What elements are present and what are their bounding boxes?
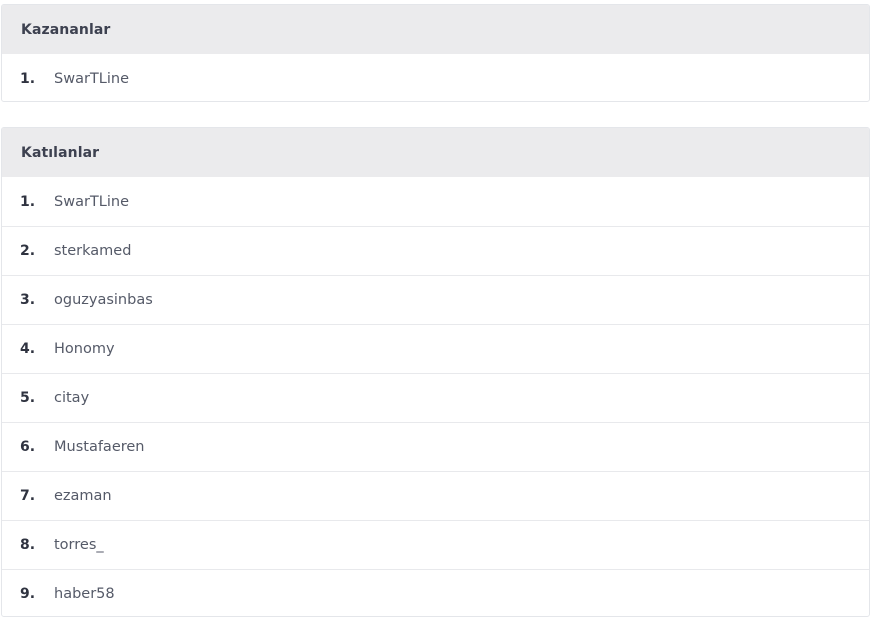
list-item: 9. haber58	[2, 569, 869, 616]
participant-username[interactable]: ezaman	[54, 488, 112, 504]
winners-panel: Kazananlar 1. SwarTLine	[1, 4, 870, 102]
winner-rank: 1.	[20, 70, 36, 87]
list-item: 1. SwarTLine	[2, 177, 869, 226]
list-item: 5. citay	[2, 373, 869, 422]
participant-username[interactable]: torres_	[54, 537, 104, 553]
participant-rank: 8.	[20, 537, 36, 553]
participant-username[interactable]: sterkamed	[54, 243, 131, 259]
participants-header: Katılanlar	[2, 128, 869, 177]
list-item: 2. sterkamed	[2, 226, 869, 275]
participant-username[interactable]: citay	[54, 390, 89, 406]
list-item: 3. oguzyasinbas	[2, 275, 869, 324]
winner-username[interactable]: SwarTLine	[54, 71, 129, 87]
participant-rank: 1.	[20, 193, 36, 210]
participant-rank: 7.	[20, 488, 36, 504]
participant-rank: 3.	[20, 292, 36, 308]
participant-username[interactable]: Mustafaeren	[54, 439, 145, 455]
list-item: 8. torres_	[2, 520, 869, 569]
participant-username[interactable]: oguzyasinbas	[54, 292, 153, 308]
list-item: 7. ezaman	[2, 471, 869, 520]
list-item: 4. Honomy	[2, 324, 869, 373]
participants-panel: Katılanlar 1. SwarTLine 2. sterkamed 3. …	[1, 127, 870, 617]
winners-header: Kazananlar	[2, 5, 869, 54]
participant-username[interactable]: SwarTLine	[54, 194, 129, 210]
list-item: 6. Mustafaeren	[2, 422, 869, 471]
participant-username[interactable]: Honomy	[54, 341, 115, 357]
participant-rank: 6.	[20, 439, 36, 455]
participant-rank: 5.	[20, 390, 36, 406]
participant-rank: 2.	[20, 243, 36, 259]
list-item: 1. SwarTLine	[2, 54, 869, 101]
participant-rank: 4.	[20, 341, 36, 357]
participant-username[interactable]: haber58	[54, 586, 115, 602]
participant-rank: 9.	[20, 586, 36, 602]
